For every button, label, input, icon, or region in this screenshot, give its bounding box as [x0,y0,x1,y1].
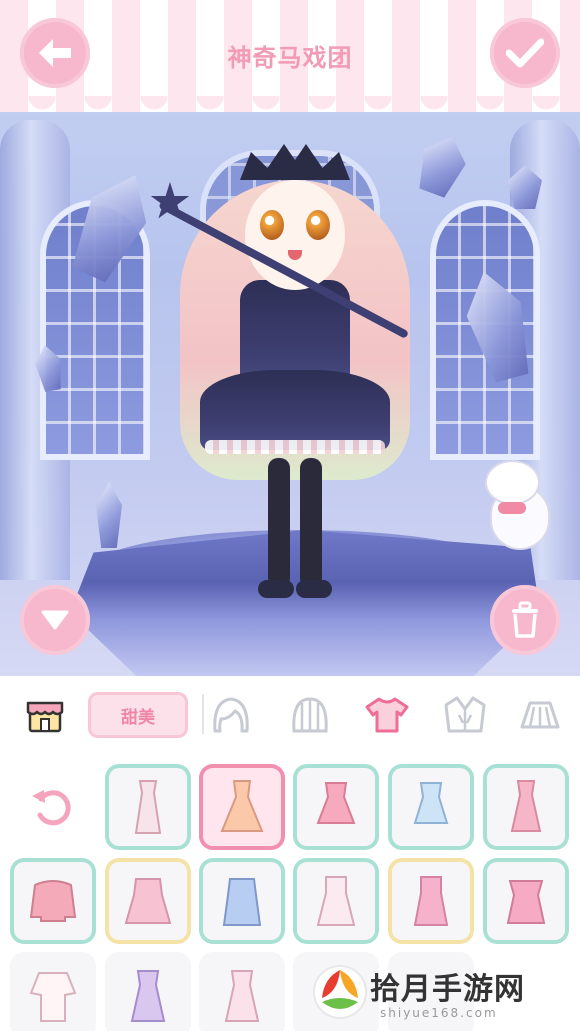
collapse-button[interactable] [20,585,90,655]
tab-skirt[interactable] [515,690,565,740]
bow-dress-icon [222,878,262,926]
jacket-icon [444,696,486,733]
item-white-rose-dress[interactable] [293,858,379,944]
arrow-left-icon [39,39,71,67]
check-icon [506,38,544,68]
reset-outfit-button[interactable] [10,764,96,850]
long-tee-icon [29,972,77,1022]
confirm-button[interactable] [490,18,560,88]
tab-top[interactable] [362,690,412,740]
tab-hair-front[interactable] [206,690,256,740]
tab-hair-back[interactable] [285,690,335,740]
style-filter-chip[interactable]: 甜美 [88,692,188,738]
item-blue-lace-cami[interactable] [388,764,474,850]
item-peach-ruffle-dress[interactable] [199,764,285,850]
item-pink-heart-dress[interactable] [388,858,474,944]
lace-cami-icon [413,782,449,824]
page-title: 神奇马戏团 [227,44,353,72]
item-white-long-tee[interactable] [10,952,96,1031]
cat-head [485,460,540,505]
skirt-icon [520,701,560,729]
top-icon [365,697,409,733]
delete-button[interactable] [490,585,560,655]
rose-dress-icon [316,876,356,926]
ruffle-dress-icon [220,780,264,832]
slip-dress-icon [134,780,162,834]
item-polka-cami[interactable] [199,952,285,1031]
item-blue-bow-dress[interactable] [199,858,285,944]
cross-dress-icon [510,780,542,832]
item-pink-cross-dress[interactable] [483,764,569,850]
heart-dress-icon [413,876,449,926]
item-white-slip-dress[interactable] [105,764,191,850]
tab-jacket[interactable] [440,690,490,740]
cami-top-icon [316,782,356,824]
trash-icon [512,601,538,638]
triangle-down-icon [41,610,69,630]
back-button[interactable] [20,18,90,88]
sweater-icon [29,880,77,922]
watermark-logo-icon [313,965,367,1019]
undo-icon [32,790,71,826]
item-pink-babydoll[interactable] [105,858,191,944]
polka-cami-icon [224,970,260,1022]
cat-bow [498,502,526,514]
awning-scallop [0,96,580,120]
hair-back-icon [292,697,328,733]
lilac-slip-icon [130,970,166,1022]
item-pink-cami-top[interactable] [293,764,379,850]
hair-front-icon [213,697,249,733]
item-pink-collar-dress[interactable] [483,858,569,944]
character-skirt-lace [205,440,385,454]
white-cat-pet [480,455,560,555]
character-right-leg [300,458,322,588]
character-left-leg [268,458,290,588]
item-pink-knit-sweater[interactable] [10,858,96,944]
character-right-shoe [296,580,332,598]
shop-tab[interactable] [20,690,70,740]
collar-dress-icon [506,880,546,924]
watermark: 拾月手游网 shiyue168.com [300,950,580,1031]
character-tiara [240,144,350,180]
item-lilac-slip[interactable] [105,952,191,1031]
tab-divider [202,694,204,734]
shop-icon [26,701,64,733]
character-skirt [200,370,390,450]
crystal-left-bottom [96,482,122,548]
character-left-eye [260,210,284,240]
babydoll-icon [124,878,172,924]
character-left-shoe [258,580,294,598]
watermark-subtext: shiyue168.com [380,1006,498,1020]
dressup-character[interactable] [150,140,430,610]
watermark-text: 拾月手游网 [370,972,525,1007]
character-right-eye [306,210,330,240]
